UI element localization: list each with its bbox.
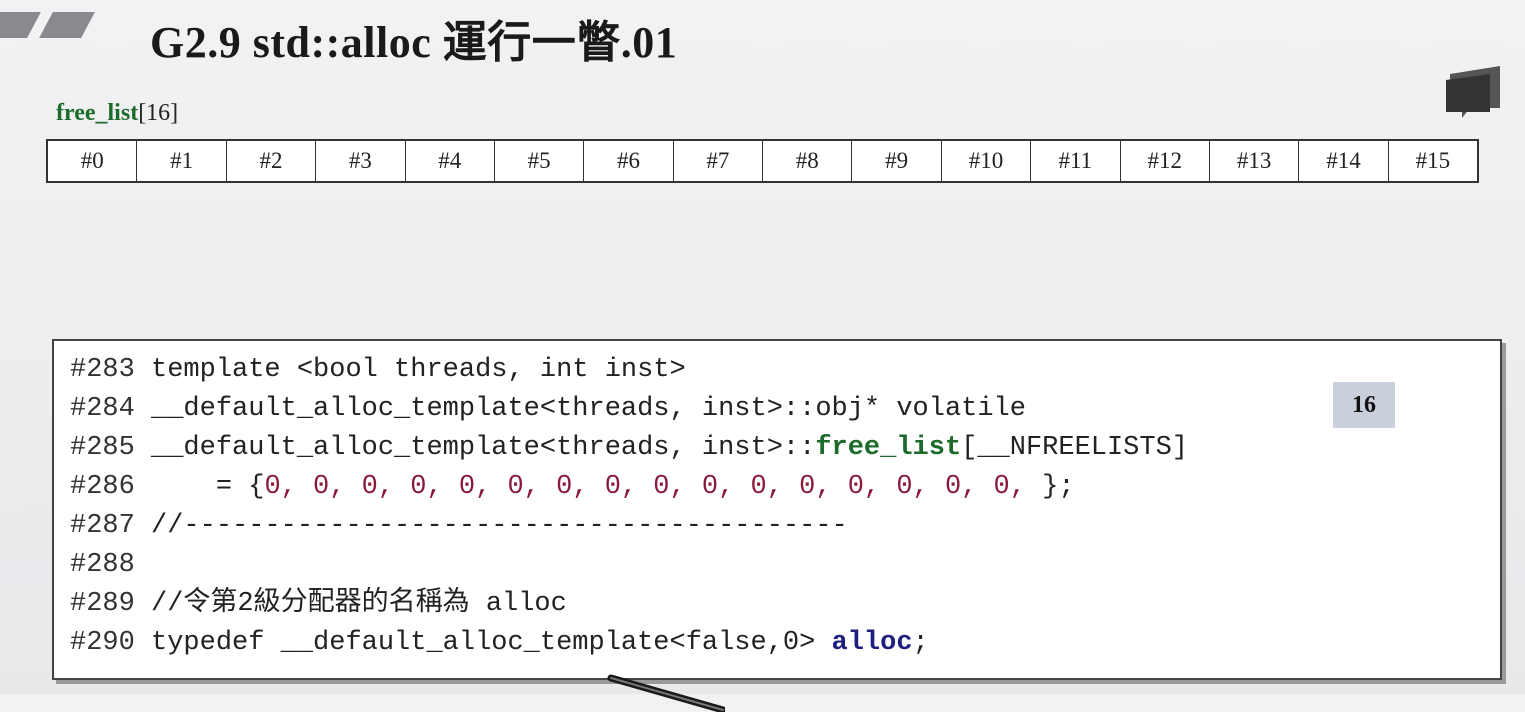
- free-list-name: free_list: [56, 100, 139, 126]
- code-text: = {: [134, 472, 265, 502]
- line-number: #284: [70, 394, 135, 424]
- free-list-slot: #6: [584, 141, 674, 181]
- free-list-label: free_list[16]: [56, 100, 178, 127]
- zero-initializers: 0, 0, 0, 0, 0, 0, 0, 0, 0, 0, 0, 0, 0, 0…: [264, 472, 1026, 502]
- free-list-slot: #0: [48, 141, 138, 181]
- line-number: #287: [70, 511, 135, 541]
- code-line-284: #284 __default_alloc_template<threads, i…: [70, 390, 1188, 429]
- code-line-283: #283 template <bool threads, int inst>: [70, 351, 1188, 390]
- free-list-identifier: free_list: [815, 433, 962, 463]
- code-line-289: #289 //令第2級分配器的名稱為 alloc: [70, 585, 1188, 624]
- free-list-slot: #4: [406, 141, 495, 181]
- free-list-slot: #2: [227, 141, 317, 181]
- free-list-slot: #7: [674, 141, 763, 181]
- code-text: };: [1025, 472, 1075, 502]
- free-list-slot: #14: [1299, 141, 1389, 181]
- line-number: #288: [70, 550, 135, 580]
- free-list-array: #0 #1 #2 #3 #4 #5 #6 #7 #8 #9 #10 #11 #1…: [46, 139, 1479, 183]
- line-number: #286: [70, 472, 135, 502]
- free-list-slot: #8: [763, 141, 853, 181]
- free-list-slot: #10: [942, 141, 1032, 181]
- free-list-slot: #9: [852, 141, 942, 181]
- code-text: __default_alloc_template<threads, inst>:…: [134, 433, 816, 463]
- line-number: #289: [70, 589, 135, 619]
- free-list-slot: #12: [1121, 141, 1210, 181]
- free-list-slot: #3: [316, 141, 406, 181]
- code-text: //--------------------------------------…: [134, 511, 848, 541]
- code-text: template <bool threads, int inst>: [134, 355, 686, 385]
- code-comment: //令第2級分配器的名稱為 alloc: [134, 589, 567, 619]
- code-line-286: #286 = {0, 0, 0, 0, 0, 0, 0, 0, 0, 0, 0,…: [70, 468, 1188, 507]
- code-text: [__NFREELISTS]: [961, 433, 1188, 463]
- slide-comment-icon[interactable]: [1444, 62, 1506, 120]
- free-list-size: [16]: [138, 100, 179, 126]
- code-text: ;: [912, 628, 929, 658]
- nfreelists-value-badge: 16: [1333, 382, 1395, 428]
- free-list-slot: #1: [137, 141, 227, 181]
- code-text: __default_alloc_template<threads, inst>:…: [134, 394, 1026, 424]
- line-number: #285: [70, 433, 135, 463]
- code-line-285: #285 __default_alloc_template<threads, i…: [70, 429, 1188, 468]
- line-number: #290: [70, 628, 135, 658]
- free-list-slot: #11: [1031, 141, 1121, 181]
- code-line-287: #287 //---------------------------------…: [70, 507, 1188, 546]
- code-line-290: #290 typedef __default_alloc_template<fa…: [70, 624, 1188, 663]
- alloc-identifier: alloc: [831, 628, 913, 658]
- free-list-slot: #15: [1415, 148, 1451, 173]
- code-text: typedef __default_alloc_template<false,0…: [134, 628, 832, 658]
- code-line-288: #288: [70, 546, 1188, 585]
- laser-pointer-icon: [607, 674, 725, 712]
- free-list-slot: #5: [495, 141, 585, 181]
- line-number: #283: [70, 355, 135, 385]
- code-listing: #283 template <bool threads, int inst> #…: [52, 339, 1502, 680]
- free-list-slot: #13: [1210, 141, 1300, 181]
- page-title: G2.9 std::alloc 運行一瞥.01: [150, 18, 678, 67]
